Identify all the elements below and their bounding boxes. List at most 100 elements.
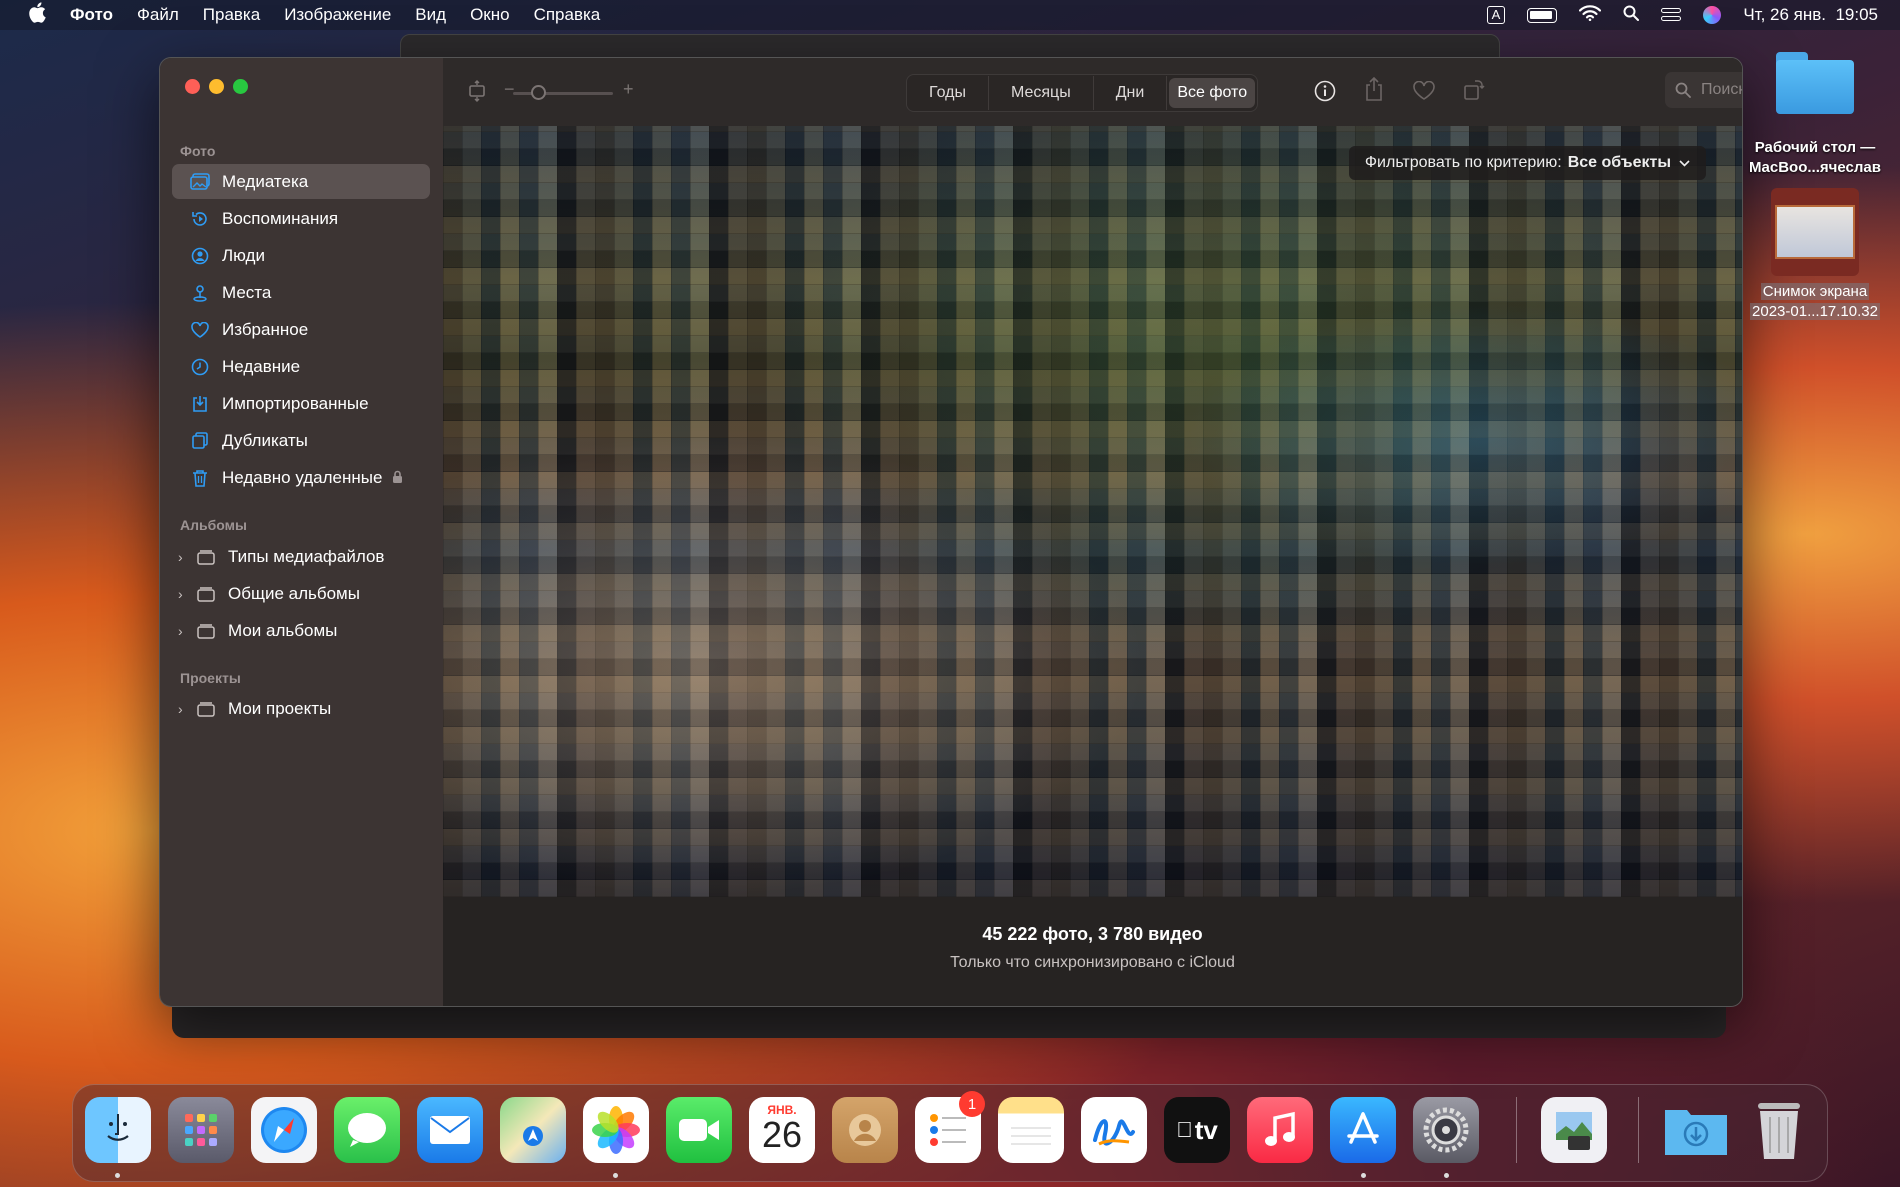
wifi-icon[interactable] bbox=[1579, 4, 1602, 26]
zoom-slider-track[interactable] bbox=[513, 92, 613, 95]
sidebar-item-places[interactable]: Места bbox=[172, 275, 430, 310]
menu-view[interactable]: Вид bbox=[415, 5, 446, 25]
window-controls bbox=[185, 79, 248, 94]
control-center-icon[interactable] bbox=[1661, 8, 1682, 22]
menu-file[interactable]: Файл bbox=[137, 5, 179, 25]
desktop-folder-label-2: MacBoo...ячеслав bbox=[1749, 159, 1881, 176]
sidebar-item-shared-albums[interactable]: › Общие альбомы bbox=[172, 576, 430, 611]
chevron-right-icon[interactable]: › bbox=[178, 549, 190, 565]
sidebar-item-label: Импортированные bbox=[222, 393, 369, 413]
calendar-icon[interactable]: ЯНВ. 26 bbox=[749, 1097, 815, 1163]
sidebar-item-library[interactable]: Медиатека bbox=[172, 164, 430, 199]
tab-years[interactable]: Годы bbox=[907, 76, 989, 110]
apple-tv-icon[interactable]: tv bbox=[1164, 1097, 1230, 1163]
tab-all-photos[interactable]: Все фото bbox=[1169, 78, 1256, 108]
safari-icon[interactable] bbox=[251, 1097, 317, 1163]
aspect-ratio-icon[interactable] bbox=[467, 80, 487, 107]
contacts-icon[interactable] bbox=[832, 1097, 898, 1163]
share-icon[interactable] bbox=[1364, 76, 1384, 106]
running-indicator bbox=[1444, 1173, 1449, 1178]
chevron-right-icon[interactable]: › bbox=[178, 701, 190, 717]
chevron-right-icon[interactable]: › bbox=[178, 623, 190, 639]
tab-months[interactable]: Месяцы bbox=[989, 76, 1094, 110]
downloads-folder-icon[interactable] bbox=[1663, 1097, 1729, 1163]
launchpad-icon[interactable] bbox=[168, 1097, 234, 1163]
sidebar-item-label: Мои альбомы bbox=[228, 620, 338, 640]
zoom-in-button[interactable]: + bbox=[623, 79, 634, 100]
shared-album-icon bbox=[196, 584, 216, 604]
sidebar-item-media-types[interactable]: › Типы медиафайлов bbox=[172, 539, 430, 574]
preview-icon[interactable] bbox=[1541, 1097, 1607, 1163]
input-source-icon[interactable]: A bbox=[1486, 6, 1506, 24]
filter-label: Фильтровать по критерию: bbox=[1364, 154, 1562, 171]
minimize-button[interactable] bbox=[209, 79, 224, 94]
apple-menu-icon[interactable] bbox=[22, 1, 52, 29]
sidebar-item-label: Места bbox=[222, 282, 272, 302]
photos-app-icon[interactable] bbox=[583, 1097, 649, 1163]
desktop-screenshot-file[interactable]: Снимок экрана 2023-01...17.10.32 bbox=[1740, 188, 1890, 322]
running-indicator bbox=[115, 1173, 120, 1178]
zoom-slider-knob[interactable] bbox=[531, 85, 546, 100]
freeform-icon[interactable] bbox=[1081, 1097, 1147, 1163]
favorite-heart-icon[interactable] bbox=[1413, 80, 1435, 106]
zoom-button[interactable] bbox=[233, 79, 248, 94]
sidebar: Фото Медиатека Воспоминания Люди Места И… bbox=[160, 58, 443, 1006]
menu-window[interactable]: Окно bbox=[470, 5, 510, 25]
lock-icon bbox=[392, 470, 403, 486]
system-settings-icon[interactable] bbox=[1413, 1097, 1479, 1163]
info-icon[interactable] bbox=[1314, 80, 1336, 107]
sync-status: Только что синхронизировано с iCloud bbox=[950, 954, 1235, 971]
app-store-icon[interactable] bbox=[1330, 1097, 1396, 1163]
finder-icon[interactable] bbox=[85, 1097, 151, 1163]
running-indicator bbox=[1361, 1173, 1366, 1178]
sidebar-item-label: Избранное bbox=[222, 319, 309, 339]
music-icon[interactable] bbox=[1247, 1097, 1313, 1163]
album-folder-icon bbox=[196, 547, 216, 567]
search-input[interactable] bbox=[1699, 80, 1742, 100]
menu-edit[interactable]: Правка bbox=[203, 5, 260, 25]
sidebar-item-recents[interactable]: Недавние bbox=[172, 349, 430, 384]
menu-clock[interactable]: Чт, 26 янв. 19:05 bbox=[1743, 5, 1878, 25]
desktop-folder-label-1: Рабочий стол — bbox=[1754, 139, 1876, 156]
sidebar-item-my-projects[interactable]: › Мои проекты bbox=[172, 691, 430, 726]
search-field[interactable] bbox=[1665, 72, 1742, 108]
facetime-icon[interactable] bbox=[666, 1097, 732, 1163]
zoom-out-button[interactable]: − bbox=[504, 79, 515, 100]
sidebar-item-memories[interactable]: Воспоминания bbox=[172, 201, 430, 236]
battery-icon[interactable] bbox=[1527, 7, 1558, 23]
menu-app-name[interactable]: Фото bbox=[70, 5, 113, 25]
mail-icon[interactable] bbox=[417, 1097, 483, 1163]
section-projects-title: Проекты bbox=[180, 670, 241, 686]
menu-image[interactable]: Изображение bbox=[284, 5, 391, 25]
spotlight-search-icon[interactable] bbox=[1623, 5, 1640, 26]
chevron-right-icon[interactable]: › bbox=[178, 586, 190, 602]
sidebar-item-my-albums[interactable]: › Мои альбомы bbox=[172, 613, 430, 648]
filter-dropdown[interactable]: Фильтровать по критерию: Все объекты bbox=[1348, 146, 1706, 180]
reminders-icon[interactable]: 1 bbox=[915, 1091, 985, 1163]
filter-value: Все объекты bbox=[1567, 154, 1671, 171]
photo-thumbnails[interactable] bbox=[443, 126, 1742, 897]
trash-bin-icon[interactable] bbox=[1746, 1097, 1812, 1163]
section-albums-title: Альбомы bbox=[180, 517, 247, 533]
sidebar-item-recently-deleted[interactable]: Недавно удаленные bbox=[172, 460, 430, 495]
rotate-icon[interactable] bbox=[1463, 79, 1485, 106]
sidebar-item-label: Общие альбомы bbox=[228, 583, 360, 603]
desktop-folder[interactable]: Рабочий стол — MacBoo...ячеслав bbox=[1740, 52, 1890, 178]
places-icon bbox=[190, 283, 210, 303]
screenshot-label-1: Снимок экрана bbox=[1760, 283, 1870, 300]
sidebar-item-favorites[interactable]: Избранное bbox=[172, 312, 430, 347]
sidebar-item-people[interactable]: Люди bbox=[172, 238, 430, 273]
sidebar-item-duplicates[interactable]: Дубликаты bbox=[172, 423, 430, 458]
notes-icon[interactable] bbox=[998, 1097, 1064, 1163]
library-icon bbox=[190, 172, 210, 192]
chevron-down-icon bbox=[1679, 156, 1690, 170]
siri-icon[interactable] bbox=[1703, 6, 1722, 24]
trash-icon bbox=[190, 468, 210, 488]
menu-help[interactable]: Справка bbox=[534, 5, 601, 25]
maps-icon[interactable] bbox=[500, 1097, 566, 1163]
sidebar-item-imports[interactable]: Импортированные bbox=[172, 386, 430, 421]
messages-icon[interactable] bbox=[334, 1097, 400, 1163]
close-button[interactable] bbox=[185, 79, 200, 94]
photo-grid[interactable]: Фильтровать по критерию: Все объекты bbox=[443, 126, 1742, 897]
tab-days[interactable]: Дни bbox=[1094, 76, 1168, 110]
